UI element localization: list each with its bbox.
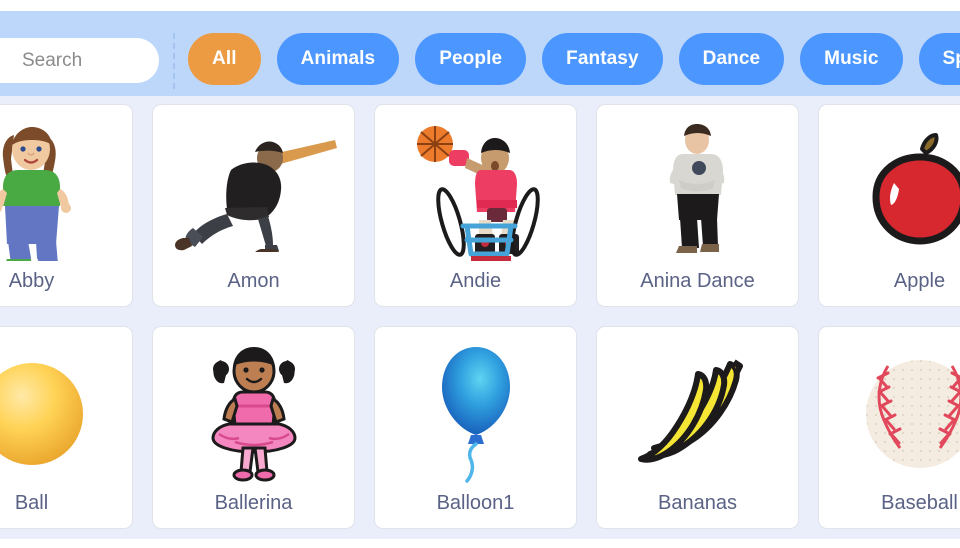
sprite-card[interactable]: Apple (818, 104, 960, 307)
sprite-name-label: Balloon1 (436, 492, 515, 514)
sprite-thumbnail-abby (0, 105, 132, 270)
sprite-card[interactable]: Andie (374, 104, 577, 307)
category-button-animals[interactable]: Animals (276, 33, 400, 85)
sprite-thumbnail-amon (153, 105, 354, 270)
sprite-card[interactable]: Balloon1 (374, 326, 577, 529)
category-button-dance[interactable]: Dance (678, 33, 785, 85)
sprite-name-label: Ballerina (214, 492, 293, 514)
sprite-card[interactable]: Bananas (596, 326, 799, 529)
sprite-name-label: Anina Dance (640, 270, 755, 292)
sprite-name-label: Bananas (658, 492, 737, 514)
sprite-thumbnail-ballerina (153, 327, 354, 492)
category-button-people[interactable]: People (415, 33, 527, 85)
library-filter-bar: All Animals People Fantasy Dance Music Sports (0, 11, 960, 96)
sprite-library-modal: AllAnimalsPeopleFantasyDanceMusicSports … (0, 0, 960, 548)
sprite-card[interactable]: Amon (152, 104, 355, 307)
sprite-name-label: Andie (449, 270, 502, 292)
sprite-thumbnail-ball (0, 327, 132, 492)
sprite-card[interactable]: Ballerina (152, 326, 355, 529)
sprite-thumbnail-anina (597, 105, 798, 270)
search-box[interactable] (0, 38, 159, 83)
filter-divider (173, 33, 175, 89)
sprite-name-label: Amon (227, 270, 280, 292)
sprite-grid: Abby Amon Andie Anina Dance Apple Ball B… (0, 104, 960, 529)
sprite-name-label: Apple (893, 270, 946, 292)
sprite-name-label: Ball (14, 492, 49, 514)
sprite-name-label: Abby (8, 270, 55, 292)
sprite-thumbnail-balloon (375, 327, 576, 492)
search-input[interactable] (0, 38, 159, 83)
category-button-music[interactable]: Music (800, 33, 903, 85)
sprite-grid-area[interactable]: Abby Amon Andie Anina Dance Apple Ball B… (0, 96, 960, 539)
category-filter-list: All Animals People Fantasy Dance Music Sports (188, 11, 960, 96)
sprite-card[interactable]: Anina Dance (596, 104, 799, 307)
category-button-all[interactable]: All (188, 33, 261, 85)
sprite-card[interactable]: Abby (0, 104, 133, 307)
category-button-fantasy[interactable]: Fantasy (542, 33, 663, 85)
sprite-thumbnail-bananas (597, 327, 798, 492)
category-button-sports[interactable]: Sports (918, 33, 960, 85)
sprite-card[interactable]: Ball (0, 326, 133, 529)
sprite-thumbnail-andie (375, 105, 576, 270)
sprite-thumbnail-baseball (819, 327, 960, 492)
sprite-name-label: Baseball (881, 492, 958, 514)
sprite-card[interactable]: Baseball (818, 326, 960, 529)
sprite-thumbnail-apple (819, 105, 960, 270)
